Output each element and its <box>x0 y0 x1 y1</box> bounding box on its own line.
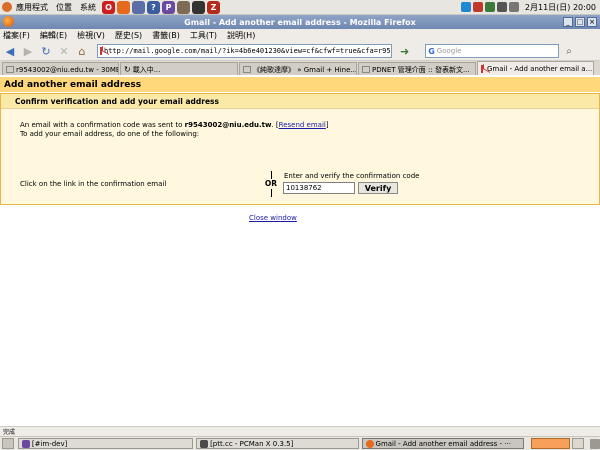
close-window-button[interactable]: × <box>587 17 597 27</box>
tab-pdnet[interactable]: PDNET 管理介面 :: 發表新文... <box>358 62 476 75</box>
resend-email-link[interactable]: Resend email <box>279 121 326 129</box>
tab-label: Gmail - Add another email a... <box>487 65 593 73</box>
search-magnifier-icon[interactable]: ⌕ <box>566 46 572 57</box>
window-title: Gmail - Add another email address - Mozi… <box>184 17 416 27</box>
forward-arrow-icon[interactable]: ▶ <box>21 44 35 58</box>
menu-tools[interactable]: 工具(T) <box>190 30 217 41</box>
go-arrow-icon[interactable]: ➜ <box>400 45 409 58</box>
verify-button[interactable]: Verify <box>358 182 398 194</box>
skype-icon[interactable] <box>460 2 471 12</box>
sent-prefix: An email with a confirmation code was se… <box>20 121 185 129</box>
help-icon[interactable]: ? <box>147 0 160 14</box>
tab-label: 《純歌達摩》 » Gmail + Hine... <box>253 65 357 74</box>
task-im-dev[interactable]: [#im-dev] <box>17 438 194 449</box>
home-icon[interactable]: ⌂ <box>75 44 89 58</box>
task-label: [ptt.cc - PCMan X 0.3.5] <box>210 439 294 448</box>
or-label: OR <box>264 179 278 188</box>
menu-file[interactable]: 檔案(F) <box>3 30 30 41</box>
sent-message: An email with a confirmation code was se… <box>20 121 329 129</box>
opera-icon[interactable]: O <box>102 0 115 14</box>
status-text: 完成 <box>3 429 16 436</box>
system-tray: 2月11日(日) 20:00 <box>460 2 600 13</box>
ubuntu-logo-icon[interactable] <box>2 2 12 12</box>
tab-favicon-icon <box>6 66 14 73</box>
launcher-area: O? P Z <box>102 0 222 14</box>
panel-title: Confirm verification and add your email … <box>1 94 599 109</box>
search-placeholder: Google <box>436 47 462 55</box>
sent-email: r9543002@niu.edu.tw <box>184 121 272 129</box>
gmail-favicon-icon <box>481 65 483 73</box>
menu-system[interactable]: 系統 <box>76 2 100 13</box>
resend-close: ] <box>325 121 329 129</box>
page-title: Add another email address <box>0 77 600 92</box>
window-titlebar[interactable]: Gmail - Add another email address - Mozi… <box>0 15 600 29</box>
inkscape-icon[interactable] <box>192 0 205 14</box>
option-click-link: Click on the link in the confirmation em… <box>20 180 167 188</box>
reload-icon[interactable]: ↻ <box>39 44 53 58</box>
thunderbird-icon[interactable] <box>132 0 145 14</box>
maximize-button[interactable]: □ <box>575 17 585 27</box>
menu-edit[interactable]: 編輯(E) <box>40 30 67 41</box>
tab-bar: r9543002@niu.edu.tw - 30MB... ↻ 載入中... 《… <box>0 61 600 75</box>
python-icon[interactable] <box>484 2 495 12</box>
verification-panel: Confirm verification and add your email … <box>0 93 600 222</box>
show-desktop-button[interactable] <box>2 438 14 449</box>
task-firefox-gmail[interactable]: Gmail - Add another email address - ··· <box>361 438 524 449</box>
menu-help[interactable]: 說明(H) <box>227 30 255 41</box>
firefox-icon <box>365 439 374 448</box>
menu-history[interactable]: 歷史(S) <box>115 30 142 41</box>
firefox-icon[interactable] <box>117 0 130 14</box>
back-arrow-icon[interactable]: ◀ <box>3 44 17 58</box>
stop-icon[interactable]: ✕ <box>57 44 71 58</box>
top-panel: 應用程式 位置 系統 O? P Z 2月11日(日) 20:00 <box>0 0 600 15</box>
confirmation-code-input[interactable] <box>283 182 355 194</box>
workspace-1[interactable] <box>530 438 571 449</box>
tab-loading[interactable]: ↻ 載入中... <box>120 62 238 75</box>
pidgin-icon[interactable]: P <box>162 0 175 14</box>
option-enter-code: Enter and verify the confirmation code <box>284 172 420 180</box>
tab-favicon-icon <box>243 66 251 73</box>
tab-label: PDNET 管理介面 :: 發表新文... <box>372 65 470 74</box>
page-content: Add another email address Confirm verifi… <box>0 75 600 415</box>
minimize-button[interactable]: _ <box>563 17 573 27</box>
tab-label: r9543002@niu.edu.tw - 30MB... <box>16 65 119 74</box>
search-box[interactable]: G Google <box>425 44 560 58</box>
loading-icon: ↻ <box>124 65 131 74</box>
url-bar[interactable]: http://mail.google.com/mail/?ik=4b6e4012… <box>97 44 392 58</box>
close-window-link[interactable]: Close window <box>249 214 297 222</box>
pidgin-icon <box>21 439 30 448</box>
navigation-toolbar: ◀ ▶ ↻ ✕ ⌂ http://mail.google.com/mail/?i… <box>0 42 600 61</box>
tab-favicon-icon <box>362 66 370 73</box>
trash-icon[interactable] <box>590 438 600 449</box>
clock[interactable]: 2月11日(日) 20:00 <box>525 2 596 13</box>
terminal-icon <box>200 439 209 448</box>
filezilla-icon[interactable]: Z <box>207 0 220 14</box>
workspace-2[interactable] <box>572 438 585 449</box>
firefox-icon[interactable] <box>3 16 14 27</box>
url-text: http://mail.google.com/mail/?ik=4b6e4012… <box>104 47 392 55</box>
menu-view[interactable]: 檢視(V) <box>77 30 105 41</box>
shield-icon[interactable] <box>472 2 483 12</box>
tab-niu-mail[interactable]: r9543002@niu.edu.tw - 30MB... <box>2 62 119 75</box>
menu-applications[interactable]: 應用程式 <box>12 2 52 13</box>
volume-icon[interactable] <box>508 2 519 12</box>
tab-gmail[interactable]: Gmail - Add another email a... <box>477 61 594 75</box>
menu-bookmarks[interactable]: 書籤(B) <box>152 30 180 41</box>
task-label: Gmail - Add another email address - ··· <box>375 439 511 448</box>
menu-bar: 檔案(F) 編輯(E) 檢視(V) 歷史(S) 書籤(B) 工具(T) 說明(H… <box>0 29 600 42</box>
bottom-taskbar: [#im-dev] [ptt.cc - PCMan X 0.3.5] Gmail… <box>0 436 600 450</box>
menu-places[interactable]: 位置 <box>52 2 76 13</box>
google-icon[interactable]: G <box>428 47 435 56</box>
task-label: [#im-dev] <box>31 439 68 448</box>
tab-label: 載入中... <box>132 65 161 74</box>
instructions: To add your email address, do one of the… <box>20 130 200 138</box>
gmail-favicon-icon <box>100 47 102 55</box>
or-separator: OR <box>264 171 278 201</box>
status-bar: 完成 <box>0 426 600 436</box>
network-icon[interactable] <box>496 2 507 12</box>
sent-suffix: . [ <box>271 121 279 129</box>
tab-blog[interactable]: 《純歌達摩》 » Gmail + Hine... <box>239 62 357 75</box>
task-pcmanx[interactable]: [ptt.cc - PCMan X 0.3.5] <box>196 438 359 449</box>
gimp-icon[interactable] <box>177 0 190 14</box>
